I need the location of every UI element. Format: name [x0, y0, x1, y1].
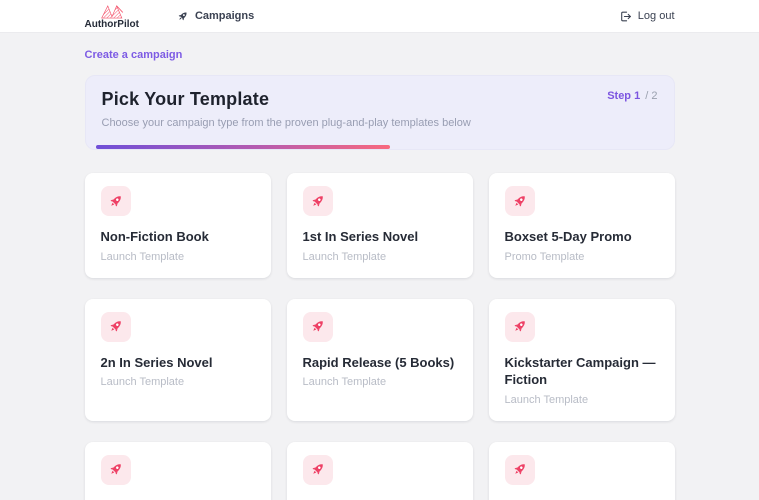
template-title: 2n In Series Novel: [100, 354, 213, 370]
template-card[interactable]: Kickstarter Campaign - Non Fiction Launc…: [84, 441, 271, 500]
template-subtitle: Launch Template: [302, 250, 387, 263]
rocket-icon-tile: [302, 454, 333, 485]
template-card[interactable]: 2n In Series Novel Launch Template: [84, 298, 271, 421]
create-campaign-link[interactable]: Create a campaign: [85, 49, 183, 61]
logout-icon: [619, 10, 632, 23]
rocket-icon: [107, 461, 124, 478]
rocket-icon: [511, 193, 528, 210]
template-subtitle: Launch Template: [100, 250, 185, 263]
page-title: Pick Your Template: [101, 89, 270, 109]
rocket-icon-tile: [504, 311, 535, 342]
step-current: Step 1: [607, 90, 641, 102]
template-subtitle: Launch Template: [100, 376, 185, 389]
rocket-icon-tile: [504, 186, 535, 216]
template-title: Kickstarter Campaign - Non Fiction: [101, 497, 255, 500]
rocket-icon: [309, 193, 326, 210]
rocket-icon: [107, 318, 124, 335]
rocket-icon-tile: [100, 311, 131, 342]
template-subtitle: Launch Template: [504, 393, 589, 406]
template-card[interactable]: Kickstarter Campaign — Fiction Launch Te…: [488, 298, 675, 421]
template-subtitle: Launch Template: [302, 376, 387, 389]
rocket-icon: [176, 10, 189, 23]
rocket-icon: [107, 193, 124, 210]
rocket-icon: [309, 461, 326, 478]
rocket-icon-tile: [100, 186, 131, 216]
app-header: AuthorPilot Campaigns Log out: [0, 0, 759, 33]
brand-logo[interactable]: AuthorPilot: [85, 3, 139, 30]
nav-campaigns[interactable]: Campaigns: [176, 10, 254, 23]
logout-label: Log out: [637, 10, 675, 22]
logout-button[interactable]: Log out: [619, 10, 675, 23]
rocket-icon-tile: [504, 454, 535, 485]
template-title: Email List Re-Engagement: [505, 497, 659, 500]
brand-name: AuthorPilot: [84, 18, 139, 30]
template-title: The "Chris Fox" Book Relaunch: [303, 497, 457, 500]
rocket-icon-tile: [302, 311, 333, 342]
step-indicator: Step 1 / 2: [607, 90, 657, 102]
template-banner: Step 1 / 2 Pick Your Template Choose you…: [84, 75, 675, 150]
rocket-icon-tile: [302, 186, 333, 216]
page-subtitle: Choose your campaign type from the prove…: [101, 117, 471, 129]
main-content: Create a campaign Step 1 / 2 Pick Your T…: [84, 33, 675, 500]
rocket-icon-tile: [100, 454, 131, 485]
template-title: Boxset 5-Day Promo: [504, 229, 632, 244]
progress-bar: [95, 145, 390, 149]
template-card[interactable]: Rapid Release (5 Books) Launch Template: [286, 298, 473, 421]
template-grid: Non-Fiction Book Launch Template 1st In …: [84, 173, 675, 500]
template-title: Kickstarter Campaign — Fiction: [504, 354, 656, 388]
rocket-icon: [511, 318, 528, 335]
template-title: Rapid Release (5 Books): [302, 354, 455, 370]
template-card[interactable]: Non-Fiction Book Launch Template: [84, 173, 271, 278]
rocket-icon: [309, 318, 326, 335]
template-subtitle: Promo Template: [504, 250, 585, 263]
template-card[interactable]: Email List Re-Engagement Marketing Templ…: [488, 441, 675, 500]
template-card[interactable]: 1st In Series Novel Launch Template: [286, 173, 473, 278]
rocket-icon: [511, 461, 528, 478]
template-card[interactable]: The "Chris Fox" Book Relaunch Launch Tem…: [286, 441, 473, 500]
nav-campaigns-label: Campaigns: [194, 10, 255, 22]
step-total: / 2: [645, 90, 658, 102]
template-card[interactable]: Boxset 5-Day Promo Promo Template: [488, 173, 675, 278]
template-title: 1st In Series Novel: [302, 229, 419, 244]
template-title: Non-Fiction Book: [100, 229, 209, 244]
authorpilot-logo-icon: [100, 4, 123, 18]
